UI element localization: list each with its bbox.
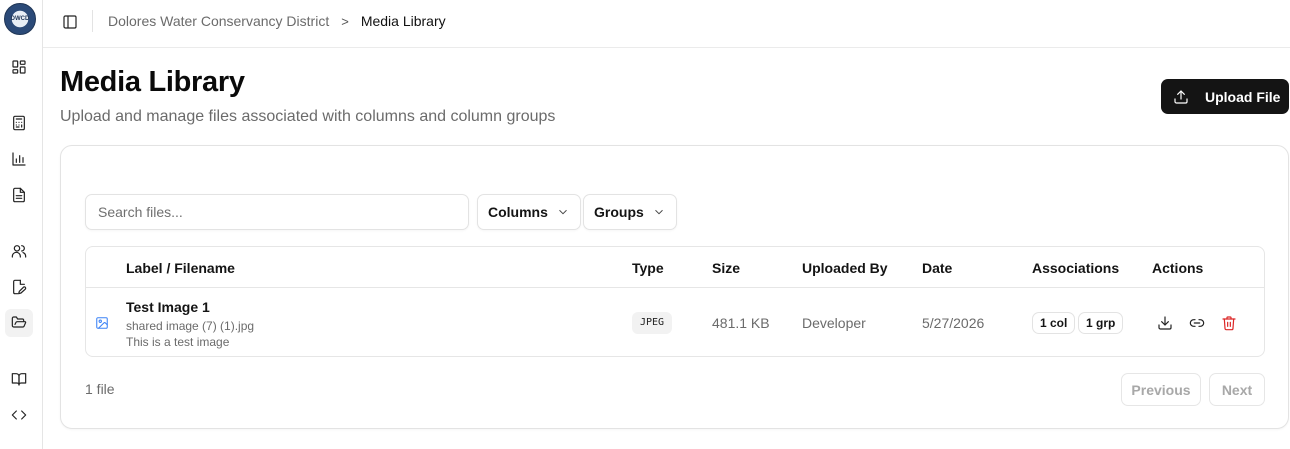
groups-filter-button[interactable]: Groups <box>583 194 677 230</box>
media-card: Columns Groups Label / Filename Type Siz… <box>60 145 1289 429</box>
previous-page-button[interactable]: Previous <box>1121 373 1201 406</box>
chevron-down-icon <box>654 209 663 215</box>
dashboard-icon[interactable] <box>5 53 33 81</box>
sidebar-toggle-icon[interactable] <box>60 12 80 32</box>
file-description: This is a test image <box>126 335 230 349</box>
file-count: 1 file <box>85 381 115 397</box>
col-header-size[interactable]: Size <box>712 260 740 276</box>
group-association-badge[interactable]: 1 grp <box>1078 312 1124 334</box>
upload-icon <box>1174 89 1188 104</box>
folder-open-icon[interactable] <box>5 309 33 337</box>
breadcrumb-separator-icon: > <box>341 13 349 29</box>
upload-file-label: Upload File <box>1205 88 1281 105</box>
columns-filter-button[interactable]: Columns <box>477 194 581 230</box>
logo-text: DWCD <box>10 16 30 22</box>
link-icon[interactable] <box>1188 314 1206 332</box>
breadcrumb-current: Media Library <box>360 13 446 29</box>
upload-date: 5/27/2026 <box>922 315 985 331</box>
table-header: Label / Filename Type Size Uploaded By D… <box>86 247 1264 288</box>
col-header-label[interactable]: Label / Filename <box>126 260 235 276</box>
table-row[interactable]: Test Image 1 shared image (7) (1).jpg Th… <box>86 288 1264 357</box>
col-header-associations: Associations <box>1032 260 1120 276</box>
columns-filter-label: Columns <box>488 204 548 220</box>
file-label: Test Image 1 <box>126 299 210 315</box>
col-header-type[interactable]: Type <box>632 260 664 276</box>
file-type-badge: JPEG <box>632 312 673 334</box>
district-logo[interactable]: DWCD <box>4 3 36 35</box>
book-icon[interactable] <box>5 365 33 393</box>
col-header-actions: Actions <box>1152 260 1204 276</box>
file-size: 481.1 KB <box>712 315 770 331</box>
file-edit-icon[interactable] <box>5 273 33 301</box>
search-input[interactable] <box>85 194 469 230</box>
calculator-icon[interactable] <box>5 109 33 137</box>
file-name: shared image (7) (1).jpg <box>126 319 255 333</box>
document-icon[interactable] <box>5 181 33 209</box>
download-icon[interactable] <box>1156 314 1174 332</box>
bar-chart-icon[interactable] <box>5 145 33 173</box>
col-header-date[interactable]: Date <box>922 260 952 276</box>
image-file-icon <box>95 316 109 330</box>
chevron-down-icon <box>559 209 567 215</box>
code-icon[interactable] <box>5 401 33 429</box>
users-icon[interactable] <box>5 237 33 265</box>
upload-file-button[interactable]: Upload File <box>1161 79 1289 114</box>
delete-icon[interactable] <box>1220 314 1238 332</box>
page-subtitle: Upload and manage files associated with … <box>60 108 556 125</box>
breadcrumb-parent[interactable]: Dolores Water Conservancy District <box>108 13 329 29</box>
uploaded-by: Developer <box>802 315 866 331</box>
column-association-badge[interactable]: 1 col <box>1032 312 1076 334</box>
media-table: Label / Filename Type Size Uploaded By D… <box>85 246 1265 357</box>
groups-filter-label: Groups <box>594 204 644 220</box>
page-title: Media Library <box>60 66 245 98</box>
header-divider <box>92 10 93 32</box>
top-bar: Dolores Water Conservancy District > Med… <box>43 0 1290 48</box>
breadcrumb: Dolores Water Conservancy District > Med… <box>108 13 446 29</box>
sidebar: DWCD <box>0 0 43 449</box>
next-page-button[interactable]: Next <box>1209 373 1265 406</box>
col-header-uploaded-by[interactable]: Uploaded By <box>802 260 888 276</box>
